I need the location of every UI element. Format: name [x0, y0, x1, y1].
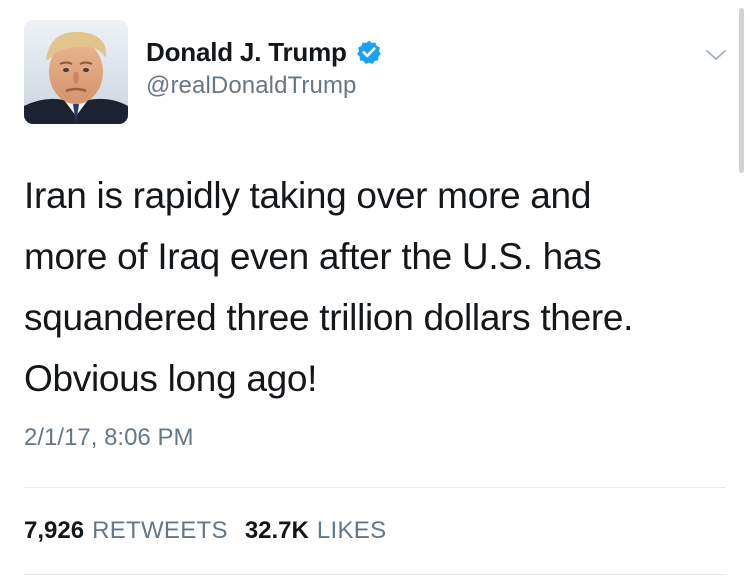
retweets-label: RETWEETS: [92, 517, 228, 544]
retweets-count: 7,926: [24, 517, 85, 544]
likes-stat[interactable]: 32.7K LIKES: [245, 517, 387, 545]
divider: [24, 574, 726, 575]
tweet-text: Iran is rapidly taking over more and mor…: [24, 165, 724, 409]
tweet-text-line: squandered three trillion dollars there.: [24, 297, 634, 338]
likes-count: 32.7K: [244, 517, 309, 544]
scrollbar[interactable]: [739, 8, 744, 173]
profile-avatar[interactable]: [24, 20, 128, 124]
tweet-text-line: Obvious long ago!: [24, 358, 318, 399]
tweet-text-line: more of Iraq even after the U.S. has: [24, 236, 602, 277]
tweet-stats: 7,926 RETWEETS 32.7K LIKES: [24, 517, 386, 545]
author-display-name[interactable]: Donald J. Trump: [146, 37, 347, 68]
verified-badge-icon: [356, 39, 382, 65]
tweet-card: Donald J. Trump @realDonaldTrump Iran is…: [0, 0, 750, 582]
chevron-down-icon[interactable]: [704, 47, 728, 63]
author-name-row[interactable]: Donald J. Trump: [146, 34, 382, 70]
likes-label: LIKES: [316, 517, 387, 544]
divider: [24, 487, 726, 488]
retweets-stat[interactable]: 7,926 RETWEETS: [24, 517, 228, 545]
author-handle[interactable]: @realDonaldTrump: [146, 72, 357, 100]
tweet-text-line: Iran is rapidly taking over more and: [24, 175, 592, 216]
tweet-timestamp[interactable]: 2/1/17, 8:06 PM: [24, 424, 193, 452]
